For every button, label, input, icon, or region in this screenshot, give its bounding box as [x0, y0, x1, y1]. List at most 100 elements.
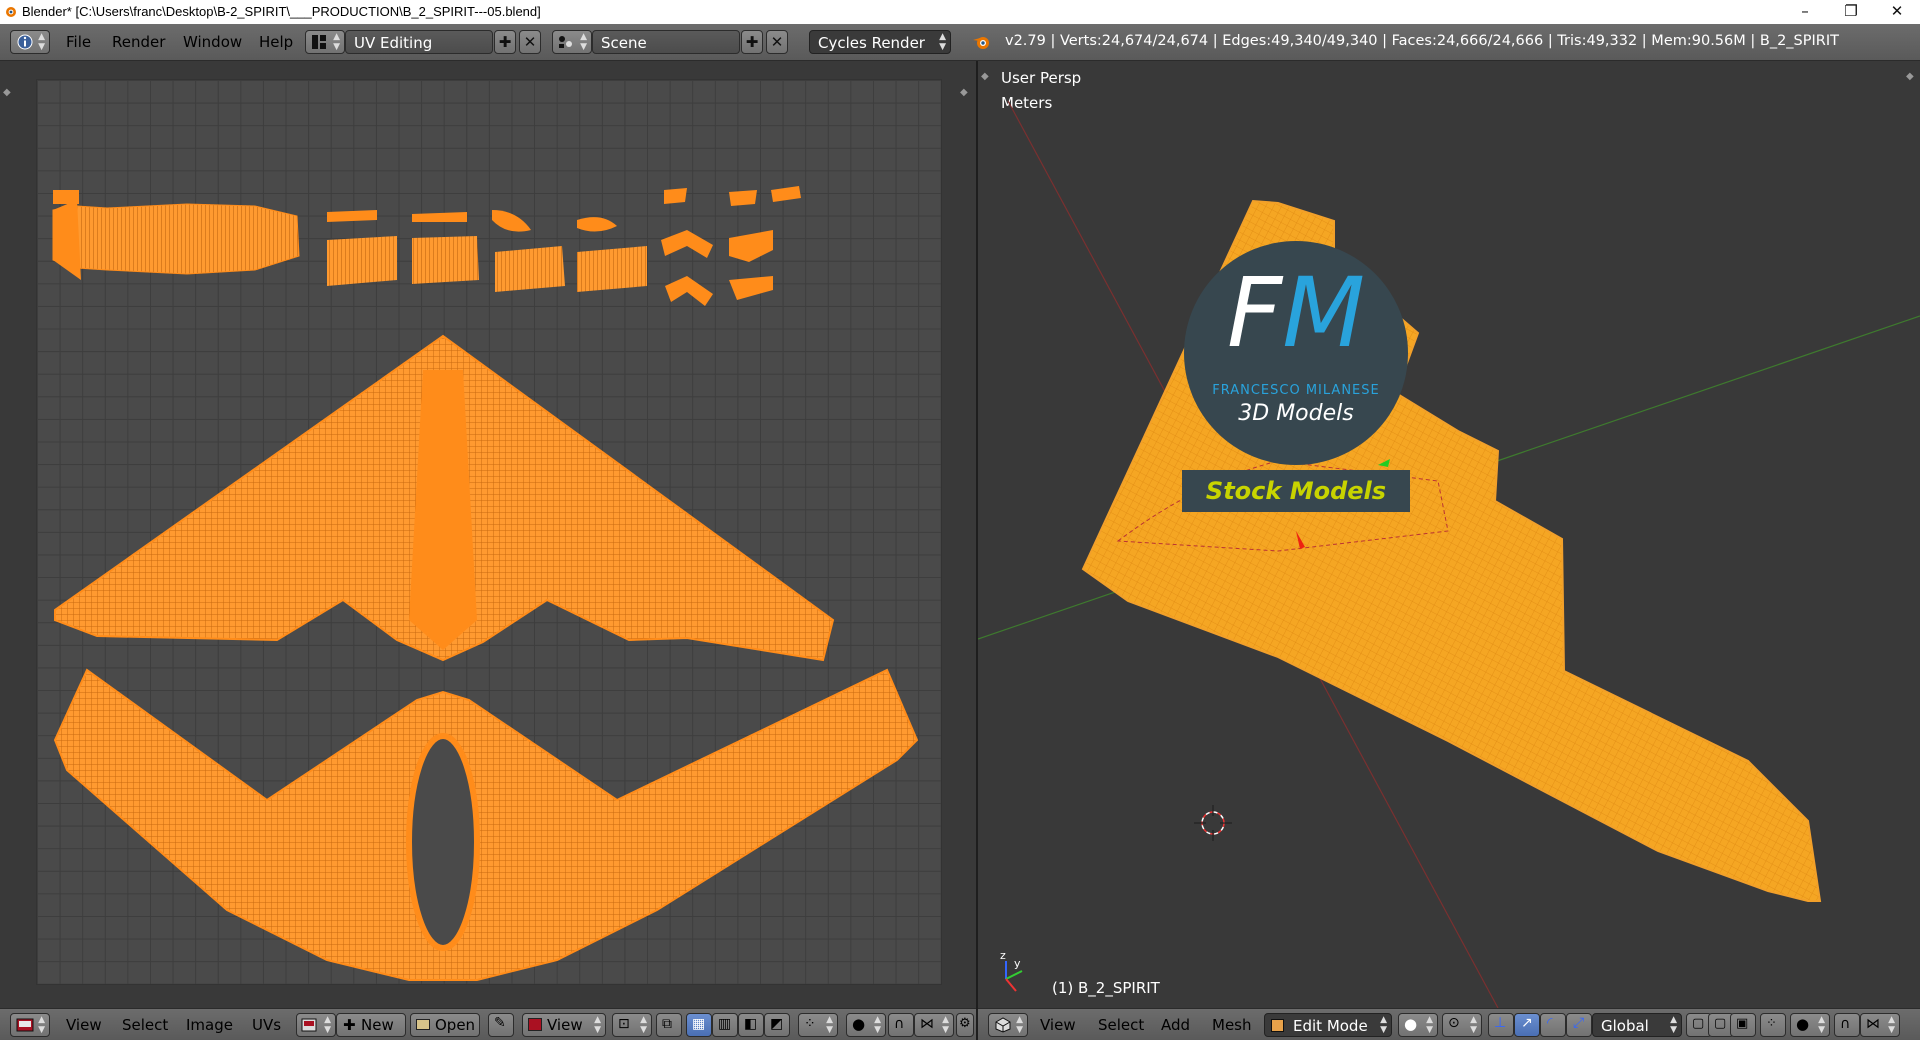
new-image-button[interactable]: ✚ New: [336, 1013, 406, 1037]
viewport-menu-mesh[interactable]: Mesh: [1212, 1016, 1252, 1034]
island-select-button[interactable]: ◩: [764, 1013, 790, 1037]
window-title-bar: Blender* [C:\Users\franc\Desktop\B-2_SPI…: [0, 0, 1920, 24]
snap-toggle-button[interactable]: ∩: [888, 1013, 914, 1037]
uv-menu-image[interactable]: Image: [186, 1016, 233, 1034]
viewport-menu-add[interactable]: Add: [1161, 1016, 1190, 1034]
minimize-button[interactable]: –: [1782, 0, 1828, 24]
region-toggle-right-icon[interactable]: ◆: [960, 87, 968, 98]
plus-icon: ✚: [745, 33, 759, 51]
uv-menu-select[interactable]: Select: [122, 1016, 168, 1034]
uv-image-editor[interactable]: ◆ ◆: [0, 61, 976, 1008]
fm-watermark-logo: FM FM FRANCESCO MILANESE 3D Models: [1184, 241, 1408, 465]
rotate-manipulator-button[interactable]: ◜: [1540, 1013, 1566, 1037]
face-select-icon: ◧: [744, 1016, 758, 1032]
uv-grid-canvas[interactable]: [36, 79, 942, 985]
close-icon: ✕: [770, 33, 784, 51]
viewport-shading-dropdown[interactable]: ● ▲ ▼: [1398, 1013, 1438, 1037]
translate-manipulator-button[interactable]: ↗: [1514, 1013, 1540, 1037]
snap-element-dropdown[interactable]: ⋈ ▲ ▼: [914, 1013, 954, 1037]
magnet-icon: ∩: [1840, 1016, 1851, 1032]
settings-icon: ⚙: [959, 1016, 971, 1031]
menu-window[interactable]: Window: [183, 33, 242, 51]
proportional-edit-dropdown[interactable]: ● ▲ ▼: [846, 1013, 886, 1037]
pivot-dropdown[interactable]: ⊡ ▲ ▼: [612, 1013, 652, 1037]
sticky-selection-dropdown[interactable]: ⁘ ▲ ▼: [798, 1013, 838, 1037]
uv-islands: [52, 186, 919, 981]
blender-logo-icon: [6, 7, 16, 17]
close-icon: ✕: [523, 33, 537, 51]
edge-select-button[interactable]: ▥: [712, 1013, 738, 1037]
dropdown-arrows-icon: ▲ ▼: [333, 32, 340, 52]
viewport-scene: y z: [978, 100, 1920, 1008]
layers-button-3[interactable]: ▣: [1730, 1013, 1756, 1037]
sync-selection-button[interactable]: ⧉: [656, 1013, 682, 1037]
menu-render[interactable]: Render: [112, 33, 165, 51]
render-engine-dropdown[interactable]: Cycles Render ▲ ▼: [809, 30, 951, 54]
snap-element-dropdown-3d[interactable]: ⋈ ▲ ▼: [1860, 1013, 1900, 1037]
uv-extra-button[interactable]: ⚙: [956, 1013, 974, 1037]
face-select-button[interactable]: ◧: [738, 1013, 764, 1037]
scale-manipulator-button[interactable]: ⤢: [1566, 1013, 1592, 1037]
screen-layout-name-field[interactable]: UV Editing: [345, 30, 493, 54]
uv-editor-type-button[interactable]: ▲ ▼: [10, 1013, 50, 1037]
scene-name-field[interactable]: Scene: [592, 30, 740, 54]
proportional-edit-icon: ●: [852, 1015, 866, 1033]
view-mode-dropdown[interactable]: View ▲ ▼: [522, 1013, 606, 1037]
viewport-menu-select[interactable]: Select: [1098, 1016, 1144, 1034]
window-title: Blender* [C:\Users\franc\Desktop\B-2_SPI…: [22, 4, 541, 19]
scene-selector[interactable]: ▲ ▼: [552, 30, 592, 54]
dropdown-arrows-icon: ▲ ▼: [874, 1015, 881, 1035]
interaction-mode-dropdown[interactable]: Edit Mode ▲ ▼: [1264, 1013, 1392, 1037]
snap-toggle-button-3d[interactable]: ∩: [1834, 1013, 1860, 1037]
open-image-button[interactable]: Open: [410, 1013, 480, 1037]
dropdown-arrows-icon: ▲ ▼: [1470, 1015, 1477, 1035]
manipulator-toggle-button[interactable]: ⊥: [1488, 1013, 1514, 1037]
region-toggle-left-icon[interactable]: ◆: [3, 87, 11, 98]
uv-menu-uvs[interactable]: UVs: [252, 1016, 281, 1034]
vertex-select-button[interactable]: ▦: [686, 1013, 712, 1037]
folder-icon: [416, 1019, 430, 1030]
delete-scene-button[interactable]: ✕: [766, 30, 788, 54]
uv-island-e: [492, 210, 531, 232]
layer-icon: ▢: [1692, 1016, 1705, 1031]
restore-button[interactable]: ❐: [1828, 0, 1874, 24]
uv-island-lower-wing: [53, 668, 919, 981]
menu-help[interactable]: Help: [259, 33, 293, 51]
transform-orientation-dropdown[interactable]: Global ▲ ▼: [1592, 1013, 1682, 1037]
scene-statistics: v2.79 | Verts:24,674/24,674 | Edges:49,3…: [1005, 33, 1839, 49]
screen-layout-selector[interactable]: ▲ ▼: [305, 30, 345, 54]
vertex-select-icon: ▦: [692, 1016, 706, 1032]
uv-island-n: [729, 276, 773, 300]
pin-image-button[interactable]: ✎: [488, 1013, 514, 1037]
svg-text:y: y: [1014, 957, 1021, 970]
dropdown-arrows-icon: ▲ ▼: [1818, 1015, 1825, 1035]
info-icon: [17, 34, 33, 50]
dropdown-arrows-icon: ▲ ▼: [1670, 1015, 1677, 1035]
add-scene-button[interactable]: ✚: [741, 30, 763, 54]
delete-layout-button[interactable]: ✕: [519, 30, 541, 54]
sync-icon: ⧉: [662, 1016, 672, 1032]
uv-menu-view[interactable]: View: [66, 1016, 102, 1034]
viewport-menu-view[interactable]: View: [1040, 1016, 1076, 1034]
selection-mode-button[interactable]: ⁘: [1760, 1013, 1786, 1037]
editor-type-button[interactable]: ▲ ▼: [10, 30, 50, 54]
3d-viewport[interactable]: ◆ ◆ User Persp Meters y z (1) B_2_SPIRIT…: [978, 61, 1920, 1008]
uv-island-a: [327, 210, 377, 222]
rotate-icon: ◜: [1547, 1015, 1553, 1031]
add-layout-button[interactable]: ✚: [494, 30, 516, 54]
scene-icon: [559, 36, 572, 48]
3d-view-icon: [995, 1017, 1011, 1033]
browse-image-button[interactable]: ▲ ▼: [296, 1013, 336, 1037]
info-header: ▲ ▼ File Render Window Help ▲ ▼ UV Editing…: [0, 24, 1920, 61]
snap-element-icon: ⋈: [1866, 1016, 1880, 1032]
view-mode-label: View: [547, 1016, 583, 1034]
pivot-point-dropdown[interactable]: ⊙ ▲ ▼: [1442, 1013, 1482, 1037]
snap-element-icon: ⋈: [920, 1016, 934, 1032]
close-button[interactable]: ✕: [1874, 0, 1920, 24]
proportional-edit-dropdown-3d[interactable]: ● ▲ ▼: [1790, 1013, 1830, 1037]
viewport-editor-type-button[interactable]: ▲ ▼: [988, 1013, 1028, 1037]
island-select-icon: ◩: [770, 1016, 784, 1032]
menu-file[interactable]: File: [66, 33, 91, 51]
layout-grid-icon: [312, 35, 326, 49]
uv-island-f: [495, 246, 565, 292]
